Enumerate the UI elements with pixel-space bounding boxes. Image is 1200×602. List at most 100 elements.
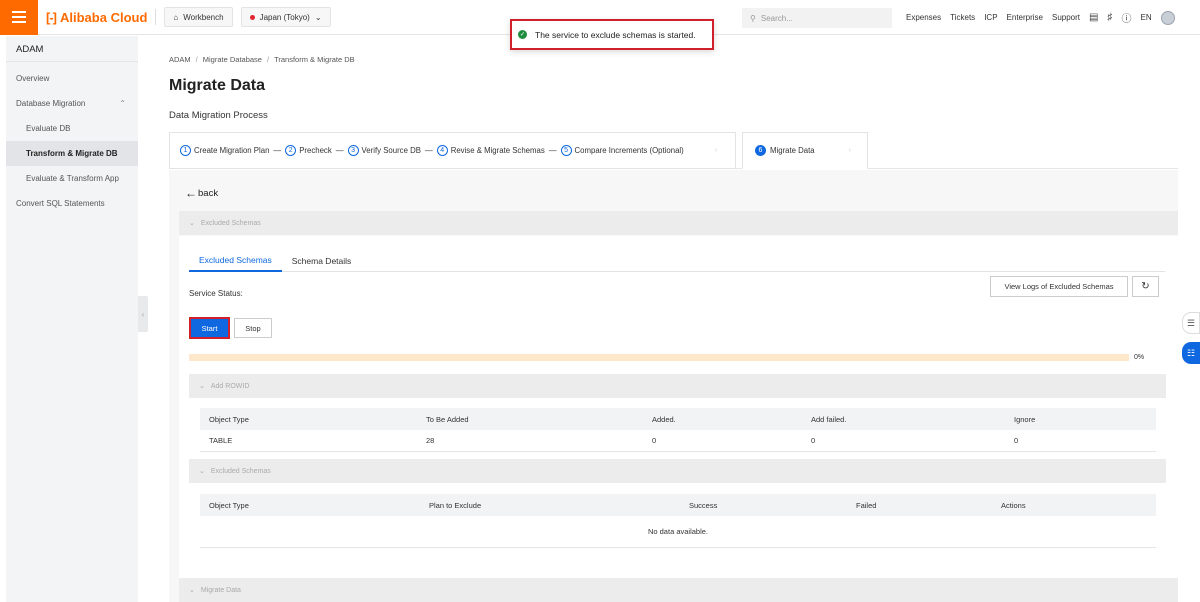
top-link-expenses[interactable]: Expenses [906,13,941,22]
column-header: Actions [1001,500,1026,510]
migration-steps: 1 Create Migration Plan — 2 Precheck — 3… [169,132,1178,169]
chevron-left-icon: ‹ [141,309,145,319]
column-header: Object Type [209,414,249,424]
tab-excluded-schemas[interactable]: Excluded Schemas [189,250,282,272]
breadcrumb-item-current: Transform & Migrate DB [274,55,355,64]
empty-state: No data available. [200,516,1156,548]
terminal-icon[interactable]: ▤ [1089,12,1098,23]
breadcrumb-item-migrate-database[interactable]: Migrate Database [203,55,262,64]
table-cell: 0 [811,436,816,445]
stop-button[interactable]: Stop [234,318,272,338]
sidebar-item-transform-migrate-db[interactable]: Transform & Migrate DB [6,141,138,166]
table-header: Object Type To Be Added Added. Add faile… [200,408,1156,430]
top-link-tickets[interactable]: Tickets [950,13,975,22]
step-number: 1 [180,145,191,156]
sidebar-item-label: Database Migration [16,99,86,108]
step-connector: — [335,146,344,155]
menu-icon[interactable] [0,0,38,35]
top-links: Expenses Tickets ICP Enterprise Support … [906,0,1175,35]
sidebar-item-overview[interactable]: Overview [6,66,138,91]
home-icon: ⌂ [173,12,179,22]
step-number: 3 [347,145,359,156]
add-rowid-table: Object Type To Be Added Added. Add faile… [200,408,1156,452]
breadcrumb-item-adam[interactable]: ADAM [169,55,191,64]
section-title: Add ROWID [210,382,250,390]
section-subtitle: Data Migration Process [169,110,268,121]
refresh-icon: ↻ [1141,281,1150,292]
column-header: Plan to Exclude [429,500,482,510]
back-link[interactable]: ← back [185,186,218,200]
step-label-precheck: Precheck [299,146,332,155]
start-button[interactable]: Start [189,317,230,339]
check-circle-icon: ✓ [518,30,527,39]
top-link-enterprise[interactable]: Enterprise [1007,13,1043,22]
section-add-rowid[interactable]: ⌄ Add ROWID [189,374,1166,398]
column-header: Failed [856,500,877,510]
step-label-revise-migrate: Revise & Migrate Schemas [450,146,545,155]
step-label-compare-increments: Compare Increments (Optional) [574,146,684,155]
arrow-left-icon: ← [185,186,197,200]
back-label: back [198,187,219,199]
view-logs-button[interactable]: View Logs of Excluded Schemas [990,276,1128,297]
chat-icon[interactable]: ☷ [1182,342,1200,364]
toast-message: The service to exclude schemas is starte… [535,29,696,40]
help-icon[interactable]: ⓘ [1121,10,1131,25]
section-excluded-schemas[interactable]: ⌄ Excluded Schemas [189,459,1166,483]
top-link-icp[interactable]: ICP [984,13,997,22]
chevron-right-icon: › [715,147,718,154]
chevron-right-icon: › [848,147,851,154]
step-label-create-plan: Create Migration Plan [194,146,270,155]
search-icon: ⚲ [750,13,756,23]
refresh-button[interactable]: ↻ [1132,276,1159,297]
sidebar-collapse-handle[interactable]: ‹ [138,296,148,332]
sidebar-item-evaluate-db[interactable]: Evaluate DB [6,116,138,141]
region-selector[interactable]: Japan (Tokyo) ⌄ [240,7,331,27]
avatar[interactable] [1160,10,1175,25]
feedback-icon[interactable]: ☰ [1182,312,1200,334]
page-title: Migrate Data [169,77,266,94]
column-header: To Be Added [426,414,469,424]
chevron-down-icon: ⌄ [199,383,205,390]
sidebar-title: ADAM [6,36,138,62]
section-excluded-schemas-collapsed[interactable]: ⌄ Excluded Schemas [179,211,1178,235]
language-switch[interactable]: EN [1140,13,1151,22]
column-header: Add failed. [811,414,847,424]
sidebar: ADAM Overview Database Migration ⌃ Evalu… [6,36,138,602]
progress-bar [189,354,1129,361]
section-migrate-data[interactable]: ⌄ Migrate Data [179,578,1178,602]
steps-list[interactable]: 1 Create Migration Plan — 2 Precheck — 3… [169,132,736,169]
tabs: Excluded Schemas Schema Details [189,250,1165,272]
column-header: Added. [652,414,676,424]
step-connector: — [273,146,282,155]
excluded-schemas-table: Object Type Plan to Exclude Success Fail… [200,494,1156,548]
column-header: Success [689,500,718,510]
chevron-down-icon: ⌄ [314,12,322,22]
sidebar-item-evaluate-transform-app[interactable]: Evaluate & Transform App [6,166,138,191]
region-flag-icon [249,14,255,20]
sidebar-item-convert-sql[interactable]: Convert SQL Statements [6,191,138,216]
workbench-label: Workbench [183,12,224,22]
breadcrumb-separator: / [195,55,198,64]
breadcrumb: ADAM / Migrate Database / Transform & Mi… [169,55,355,64]
sidebar-item-database-migration[interactable]: Database Migration ⌃ [6,91,138,116]
chevron-down-icon: ⌄ [189,587,195,594]
step-migrate-data[interactable]: 6 Migrate Data › [742,132,868,169]
table-cell: TABLE [209,436,233,445]
search-input[interactable]: ⚲ Search... [742,8,892,28]
step-connector: — [424,146,433,155]
step-connector: — [548,146,557,155]
step-number: 2 [285,145,297,156]
top-link-support[interactable]: Support [1052,13,1080,22]
step-label-verify-source: Verify Source DB [361,146,421,155]
section-title: Excluded Schemas [210,467,271,475]
alibaba-cloud-logo-icon: [-] [46,9,57,25]
workbench-button[interactable]: ⌂ Workbench [164,7,233,27]
bell-icon[interactable]: ♯ [1107,12,1112,23]
divider [155,9,157,25]
tab-schema-details[interactable]: Schema Details [282,250,362,272]
service-status-label: Service Status: [189,289,243,298]
column-header: Ignore [1014,414,1036,424]
search-placeholder: Search... [760,13,793,23]
brand-logo[interactable]: [-] Alibaba Cloud [46,10,147,25]
brand-name: Alibaba Cloud [60,9,148,25]
